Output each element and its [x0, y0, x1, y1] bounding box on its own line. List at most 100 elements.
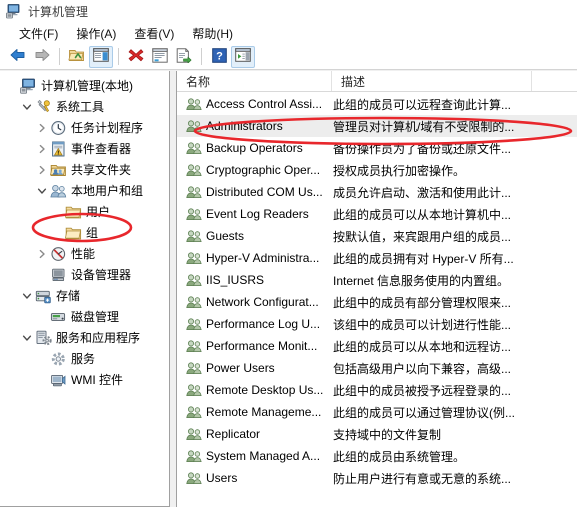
- group-name-cell: Cryptographic Oper...: [177, 162, 332, 178]
- tree-storage[interactable]: 存储: [0, 285, 169, 306]
- table-row[interactable]: Network Configurat... 此组中的成员有部分管理权限来...: [177, 291, 577, 313]
- table-row[interactable]: Performance Log U... 该组中的成员可以计划进行性能...: [177, 313, 577, 335]
- menu-action[interactable]: 操作(A): [67, 23, 125, 44]
- toolbar-forward[interactable]: [30, 46, 54, 68]
- groups-list: Access Control Assi... 此组的成员可以远程查询此计算... A…: [177, 92, 577, 489]
- column-header-name[interactable]: 名称: [177, 71, 332, 91]
- show-action-pane-icon: [235, 48, 251, 65]
- table-row[interactable]: Administrators 管理员对计算机/域有不受限制的...: [177, 115, 577, 137]
- menu-bar: 文件(F) 操作(A) 查看(V) 帮助(H): [0, 22, 577, 44]
- chevron-down-icon[interactable]: [19, 330, 35, 346]
- tree-groups-folder[interactable]: 组: [0, 222, 169, 243]
- chevron-placeholder: [34, 372, 50, 388]
- group-name-cell: System Managed A...: [177, 448, 332, 464]
- group-icon: [186, 470, 203, 486]
- tree-event-viewer[interactable]: 事件查看器: [0, 138, 169, 159]
- tree-performance[interactable]: 性能: [0, 243, 169, 264]
- event-viewer-icon: [50, 141, 67, 157]
- tree-node-label: 服务和应用程序: [56, 331, 141, 345]
- console-tree: 计算机管理(本地) 系统工具任务计划程序事件查看器 共享文件夹 本地用户和组用户组性能…: [0, 71, 169, 390]
- tree-node-label: 用户: [86, 205, 111, 219]
- services-gear-icon: [50, 351, 67, 367]
- group-description-cell: 授权成员执行加密操作。: [333, 163, 466, 178]
- group-icon: [186, 448, 203, 464]
- tree-node-label: 组: [86, 226, 99, 240]
- tree-wmi-control[interactable]: WMI 控件: [0, 369, 169, 390]
- tree-services[interactable]: 服务: [0, 348, 169, 369]
- toolbar-properties[interactable]: [148, 46, 172, 68]
- group-name-cell: Distributed COM Us...: [177, 184, 332, 200]
- table-row[interactable]: Replicator 支持域中的文件复制: [177, 423, 577, 445]
- table-row[interactable]: Users 防止用户进行有意或无意的系统...: [177, 467, 577, 489]
- menu-file[interactable]: 文件(F): [10, 23, 67, 44]
- toolbar-back[interactable]: [6, 46, 30, 68]
- back-arrow-icon: [9, 47, 27, 66]
- tree-node-label: 设备管理器: [71, 268, 132, 282]
- chevron-placeholder: [4, 78, 20, 94]
- table-row[interactable]: Backup Operators 备份操作员为了备份或还原文件...: [177, 137, 577, 159]
- toolbar-export-list[interactable]: [172, 46, 196, 68]
- tree-device-manager[interactable]: 设备管理器: [0, 264, 169, 285]
- services-apps-icon: [35, 330, 52, 346]
- table-row[interactable]: IIS_IUSRS Internet 信息服务使用的内置组。: [177, 269, 577, 291]
- table-row[interactable]: Power Users 包括高级用户以向下兼容，高级...: [177, 357, 577, 379]
- chevron-down-icon[interactable]: [19, 288, 35, 304]
- menu-help[interactable]: 帮助(H): [183, 23, 242, 44]
- menu-view[interactable]: 查看(V): [125, 23, 183, 44]
- tree-node-label: 磁盘管理: [71, 310, 120, 324]
- chevron-right-icon[interactable]: [34, 120, 50, 136]
- toolbar-separator: [59, 48, 60, 65]
- table-row[interactable]: Access Control Assi... 此组的成员可以远程查询此计算...: [177, 93, 577, 115]
- table-row[interactable]: System Managed A... 此组的成员由系统管理。: [177, 445, 577, 467]
- tree-shared-folders[interactable]: 共享文件夹: [0, 159, 169, 180]
- group-icon: [186, 118, 203, 134]
- group-name-cell: Administrators: [177, 118, 332, 134]
- table-row[interactable]: Event Log Readers 此组的成员可以从本地计算机中...: [177, 203, 577, 225]
- tree-users-folder[interactable]: 用户: [0, 201, 169, 222]
- group-name-cell: Hyper-V Administra...: [177, 250, 332, 266]
- column-header-description[interactable]: 描述: [332, 71, 532, 91]
- group-description-cell: 包括高级用户以向下兼容，高级...: [333, 361, 512, 376]
- tree-task-scheduler[interactable]: 任务计划程序: [0, 117, 169, 138]
- toolbar-show-tree[interactable]: [89, 45, 113, 68]
- chevron-right-icon[interactable]: [34, 246, 50, 262]
- tree-node-label: 计算机管理(本地): [41, 79, 133, 93]
- group-description-cell: 支持域中的文件复制: [333, 427, 442, 442]
- group-name-label: Network Configurat...: [206, 295, 319, 309]
- tree-node-label: WMI 控件: [71, 373, 123, 387]
- table-row[interactable]: Remote Desktop Us... 此组中的成员被授予远程登录的...: [177, 379, 577, 401]
- toolbar-help[interactable]: ?: [207, 46, 231, 68]
- tree-system-tools[interactable]: 系统工具: [0, 96, 169, 117]
- tree-node-label: 存储: [56, 289, 81, 303]
- table-row[interactable]: Remote Manageme... 此组的成员可以通过管理协议(例...: [177, 401, 577, 423]
- table-row[interactable]: Distributed COM Us... 成员允许启动、激活和使用此计...: [177, 181, 577, 203]
- group-name-cell: Performance Monit...: [177, 338, 332, 354]
- computer-icon: [20, 78, 37, 94]
- tree-disk-management[interactable]: 磁盘管理: [0, 306, 169, 327]
- tree-node-label: 服务: [71, 352, 96, 366]
- group-name-label: Event Log Readers: [206, 207, 309, 221]
- chevron-placeholder: [49, 204, 65, 220]
- group-name-cell: Guests: [177, 228, 332, 244]
- shared-folders-icon: [49, 162, 67, 178]
- table-row[interactable]: Performance Monit... 此组的成员可以从本地和远程访...: [177, 335, 577, 357]
- toolbar-delete[interactable]: [124, 46, 148, 68]
- tree-computer-management-local[interactable]: 计算机管理(本地): [0, 75, 169, 96]
- chevron-right-icon[interactable]: [34, 141, 50, 157]
- tree-node-label: 任务计划程序: [71, 121, 144, 135]
- chevron-down-icon[interactable]: [34, 183, 50, 199]
- tree-local-users-and-groups[interactable]: 本地用户和组: [0, 180, 169, 201]
- tree-services-and-applications[interactable]: 服务和应用程序: [0, 327, 169, 348]
- group-name-label: Guests: [206, 229, 245, 243]
- table-row[interactable]: Guests 按默认值，来宾跟用户组的成员...: [177, 225, 577, 247]
- properties-icon: [152, 47, 168, 66]
- group-name-label: Replicator: [206, 427, 261, 441]
- chevron-right-icon[interactable]: [34, 162, 50, 178]
- chevron-down-icon[interactable]: [19, 99, 35, 115]
- toolbar-action-pane[interactable]: [231, 45, 255, 68]
- table-row[interactable]: Cryptographic Oper... 授权成员执行加密操作。: [177, 159, 577, 181]
- toolbar-up-folder[interactable]: [65, 46, 89, 68]
- group-name-cell: IIS_IUSRS: [177, 272, 332, 288]
- main-content: 计算机管理(本地) 系统工具任务计划程序事件查看器 共享文件夹 本地用户和组用户组性能…: [0, 71, 577, 507]
- table-row[interactable]: Hyper-V Administra... 此组的成员拥有对 Hyper-V 所有…: [177, 247, 577, 269]
